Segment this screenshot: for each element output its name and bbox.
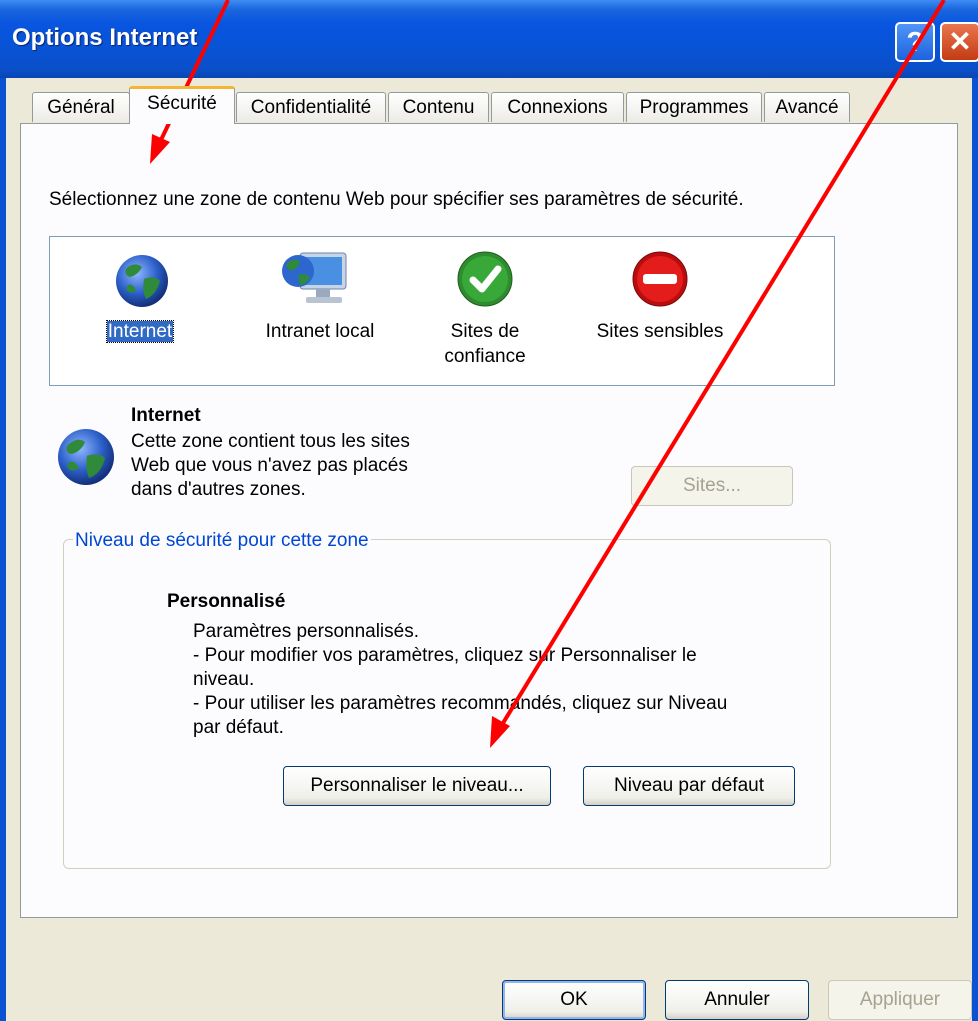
zone-restricted-sites[interactable]: Sites sensibles [580, 251, 740, 351]
title-bar[interactable]: Options Internet ? ✕ [0, 0, 978, 78]
custom-level-button[interactable]: Personnaliser le niveau... [283, 766, 551, 806]
window-frame-right [972, 78, 978, 1021]
zone-label-internet: Internet [105, 320, 175, 343]
zone-internet[interactable]: Internet [90, 251, 190, 351]
level-desc-line1: Paramètres personnalisés. [193, 621, 419, 642]
level-desc-line3: niveau. [193, 669, 255, 690]
checkmark-icon [457, 251, 513, 307]
security-level-title: Personnalisé [167, 591, 286, 612]
apply-button[interactable]: Appliquer [828, 980, 972, 1020]
sites-button[interactable]: Sites... [631, 466, 793, 506]
restricted-icon [632, 251, 688, 307]
zone-label-trusted-line1: Sites de [450, 321, 520, 342]
tab-privacy[interactable]: Confidentialité [236, 92, 386, 122]
zone-info-desc-line2: Web que vous n'avez pas placés [131, 455, 408, 476]
zone-label-trusted-line2: confiance [444, 346, 526, 367]
cancel-button[interactable]: Annuler [665, 980, 809, 1020]
window-title: Options Internet [12, 24, 198, 51]
ok-button[interactable]: OK [502, 980, 646, 1020]
zone-intranet-local[interactable]: Intranet local [250, 251, 390, 351]
dialog-client-area: Général Sécurité Confidentialité Contenu… [6, 78, 972, 1021]
close-button[interactable]: ✕ [940, 22, 978, 62]
level-desc-line2: - Pour modifier vos paramètres, cliquez … [193, 645, 697, 666]
level-desc-line5: par défaut. [193, 717, 284, 738]
tab-general[interactable]: Général [32, 92, 130, 122]
zone-info-desc-line3: dans d'autres zones. [131, 479, 306, 500]
tab-connections[interactable]: Connexions [491, 92, 624, 122]
intranet-icon [282, 252, 347, 303]
globe-icon [58, 429, 114, 485]
zone-label-intranet: Intranet local [265, 321, 375, 342]
zone-info-title: Internet [131, 405, 201, 426]
help-button[interactable]: ? [895, 22, 935, 62]
security-tab-panel: Sélectionnez une zone de contenu Web pou… [20, 123, 958, 918]
globe-icon [116, 255, 168, 307]
tab-content[interactable]: Contenu [388, 92, 489, 122]
zone-trusted-sites[interactable]: Sites de confiance [435, 251, 535, 371]
tab-programs[interactable]: Programmes [626, 92, 762, 122]
zone-label-restricted: Sites sensibles [596, 321, 724, 342]
default-level-button[interactable]: Niveau par défaut [583, 766, 795, 806]
internet-options-window: Options Internet ? ✕ Général Sécurité Co… [0, 0, 978, 1021]
zone-info-desc-line1: Cette zone contient tous les sites [131, 431, 410, 452]
tab-security[interactable]: Sécurité [129, 86, 235, 124]
zone-list[interactable]: Internet Intranet local Sites de confian… [49, 236, 835, 386]
security-level-group-label: Niveau de sécurité pour cette zone [73, 529, 371, 553]
zone-instruction: Sélectionnez une zone de contenu Web pou… [49, 189, 744, 210]
tab-advanced[interactable]: Avancé [764, 92, 850, 122]
level-desc-line4: - Pour utiliser les paramètres recommand… [193, 693, 728, 714]
